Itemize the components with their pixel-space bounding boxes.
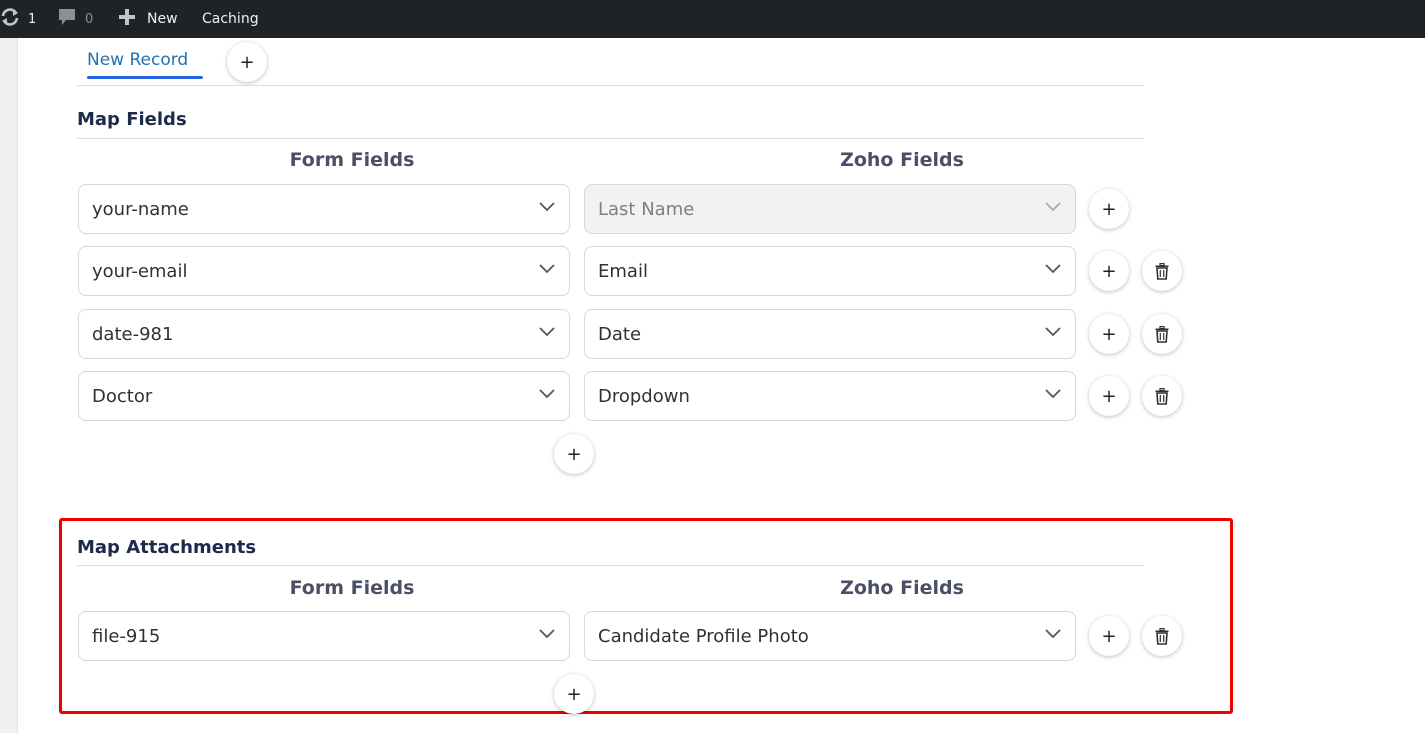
add-row-button[interactable]: + [1089,189,1129,229]
chevron-down-icon [1045,264,1061,274]
zoho-fields-header: Zoho Fields [840,577,964,599]
form-field-select[interactable]: your-email [78,246,570,296]
map-attachments-divider [77,565,1144,566]
plus-icon: + [1101,625,1117,647]
form-field-select[interactable]: Doctor [78,371,570,421]
zoho-field-select[interactable]: Email [584,246,1076,296]
admin-bar: 1 0 New Caching [0,0,1425,38]
caching-menu[interactable]: Caching [202,0,259,38]
plus-icon: + [1101,385,1117,407]
trash-icon [1155,387,1169,405]
chevron-down-icon [539,389,555,399]
zoho-field-value: Date [598,323,642,345]
zoho-field-value: Email [598,260,648,282]
form-field-select[interactable]: date-981 [78,309,570,359]
add-tab-button[interactable]: + [227,42,267,82]
trash-icon [1155,325,1169,343]
zoho-field-select: Last Name [584,184,1076,234]
chevron-down-icon [1045,202,1061,212]
add-row-button[interactable]: + [1089,376,1129,416]
comment-icon [57,7,77,31]
form-field-value: your-email [92,260,188,282]
active-tab-indicator [87,76,203,79]
zoho-field-value: Dropdown [598,385,690,407]
admin-menu-edge [0,38,18,733]
add-field-map-button[interactable]: + [554,434,594,474]
form-field-value: file-915 [92,625,161,647]
updates-count: 1 [28,11,37,27]
trash-icon [1155,627,1169,645]
form-field-value: date-981 [92,323,174,345]
comments-menu[interactable]: 0 [57,0,93,38]
add-row-button[interactable]: + [1089,251,1129,291]
form-fields-header: Form Fields [289,577,415,599]
plus-icon: + [1101,323,1117,345]
attachment-zoho-field-select[interactable]: Candidate Profile Photo [584,611,1076,661]
delete-row-button[interactable] [1142,314,1182,354]
add-attachment-row-button[interactable]: + [1089,616,1129,656]
zoho-field-value: Last Name [598,198,695,220]
plus-icon: + [566,443,582,465]
plus-icon: + [1101,260,1117,282]
chevron-down-icon [1045,327,1061,337]
attachment-form-field-select[interactable]: file-915 [78,611,570,661]
form-field-value: your-name [92,198,189,220]
delete-row-button[interactable] [1142,376,1182,416]
chevron-down-icon [1045,389,1061,399]
form-fields-header: Form Fields [289,149,415,171]
tab-new-record[interactable]: New Record [87,50,188,70]
chevron-down-icon [1045,629,1061,639]
delete-row-button[interactable] [1142,251,1182,291]
form-field-select[interactable]: your-name [78,184,570,234]
plus-icon: + [1101,198,1117,220]
zoho-field-select[interactable]: Dropdown [584,371,1076,421]
comments-count: 0 [85,11,94,27]
trash-icon [1155,262,1169,280]
zoho-field-value: Candidate Profile Photo [598,625,809,647]
plus-icon: + [239,51,255,73]
zoho-field-select[interactable]: Date [584,309,1076,359]
map-fields-title: Map Fields [77,109,187,130]
map-fields-divider [77,138,1144,139]
chevron-down-icon [539,264,555,274]
refresh-icon [0,8,20,30]
chevron-down-icon [539,327,555,337]
updates-menu[interactable]: 1 [0,0,36,38]
chevron-down-icon [539,629,555,639]
chevron-down-icon [539,202,555,212]
plus-icon: + [566,683,582,705]
tabs-divider [77,85,1144,86]
delete-attachment-row-button[interactable] [1142,616,1182,656]
plus-icon [118,8,136,30]
zoho-fields-header: Zoho Fields [840,149,964,171]
map-attachments-title: Map Attachments [77,537,257,558]
new-label: New [147,11,178,27]
add-row-button[interactable]: + [1089,314,1129,354]
add-attachment-map-button[interactable]: + [554,674,594,714]
form-field-value: Doctor [92,385,153,407]
new-content-menu[interactable]: New [118,0,178,38]
